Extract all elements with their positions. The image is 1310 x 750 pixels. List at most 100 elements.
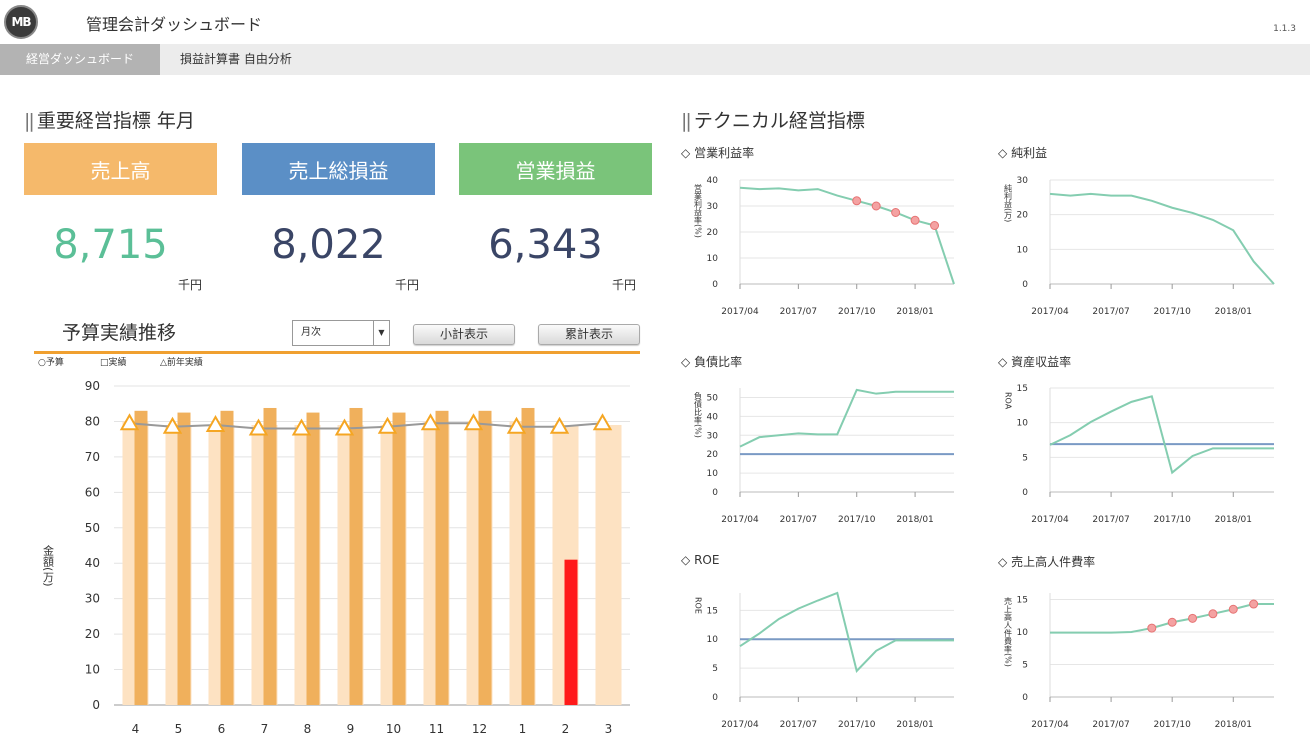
series-line — [1049, 395, 1274, 475]
y-tick-label: 0 — [712, 488, 718, 498]
debt-ratio-chart[interactable]: 0 10 20 30 40 50 2017/04 2017/07 2017/10 2018/01 負… — [690, 378, 970, 538]
x-tick-label: 7 — [261, 722, 269, 736]
app-header: MB 管理会計ダッシュボード 1.1.3 — [0, 0, 1310, 44]
budget-bar — [595, 424, 622, 705]
y-tick-label: 10 — [707, 254, 719, 264]
actual-bar — [349, 407, 363, 705]
series-point — [930, 221, 940, 230]
x-tick-label: 2017/07 — [1092, 515, 1129, 525]
series-line — [739, 591, 954, 673]
mini-title-net-profit: ◇ 純利益 — [998, 146, 1048, 160]
x-tick-label: 2017/04 — [1031, 720, 1069, 730]
series-point — [1167, 617, 1177, 627]
tab-pl-analysis[interactable]: 損益計算書 自由分析 — [168, 44, 304, 75]
x-tick-label: 2017/07 — [1092, 307, 1129, 317]
series-line — [1050, 603, 1274, 634]
y-tick-label: 20 — [707, 450, 719, 460]
diamond-icon: ◇ — [998, 555, 1008, 569]
series-point — [871, 201, 881, 211]
x-tick-label: 12 — [472, 722, 487, 736]
main-nav: 経営ダッシュボード 損益計算書 自由分析 — [0, 44, 1310, 75]
tech-section-title: || テクニカル経営指標 — [681, 110, 865, 132]
diamond-icon: ◇ — [998, 146, 1008, 160]
labor-cost-ratio-chart[interactable]: 0 5 10 15 2017/04 2017/07 2017/10 2018/01 売上高人件費… — [1000, 583, 1290, 743]
x-tick-label: 9 — [347, 722, 355, 736]
y-tick-label: 20 — [1017, 211, 1029, 221]
x-tick-label: 2017/04 — [721, 515, 759, 525]
x-tick-label: 2017/07 — [1092, 720, 1129, 730]
x-tick-label: 4 — [132, 722, 140, 736]
kpi-card-operating-profit[interactable]: 営業損益 — [459, 143, 652, 195]
actual-bar — [392, 412, 406, 705]
roe-chart[interactable]: 0 5 10 15 2017/04 2017/07 2017/10 2018/01 ROE — [690, 583, 970, 743]
y-tick-label: 40 — [707, 176, 719, 186]
x-tick-label: 3 — [605, 722, 613, 736]
y-axis-label: 負債比率(%) — [694, 391, 703, 438]
net-profit-chart[interactable]: 0 10 20 30 2017/04 2017/07 2017/10 2018/01 純利益(万… — [1000, 170, 1290, 330]
legend-actual: □実績 — [100, 358, 127, 368]
trend-divider — [34, 351, 640, 354]
actual-bar — [220, 410, 234, 705]
x-tick-label: 2017/04 — [721, 307, 759, 317]
x-tick-label: 2017/10 — [1153, 307, 1191, 317]
x-tick-label: 2017/10 — [838, 307, 876, 317]
roa-chart[interactable]: 0 5 10 15 2017/04 2017/07 2017/10 2018/01 ROA — [1000, 378, 1290, 538]
series-line — [739, 186, 955, 285]
caret-down-icon[interactable]: ▼ — [373, 321, 389, 345]
kpi-unit-sales: 千円 — [178, 278, 203, 292]
kpi-value-gross-profit: 8,022 — [271, 222, 386, 268]
diamond-icon: ◇ — [998, 355, 1008, 369]
y-tick-label: 5 — [712, 664, 718, 674]
y-tick-label: 5 — [1022, 661, 1028, 671]
kpi-unit-operating-profit: 千円 — [612, 278, 637, 292]
y-tick-label: 0 — [712, 280, 718, 290]
x-tick-label: 6 — [218, 722, 226, 736]
series-line — [739, 388, 954, 448]
app-logo[interactable]: MB — [4, 5, 38, 39]
y-axis-label: ROA — [1004, 392, 1013, 410]
series-point — [1228, 604, 1238, 614]
x-tick-label: 2017/07 — [780, 307, 817, 317]
tab-management-dashboard[interactable]: 経営ダッシュボード — [0, 44, 160, 75]
y-axis-label: 純利益(万) — [1004, 183, 1013, 222]
budget-actual-chart[interactable]: 0102030405060708090金額(万)4 5 6 7 8 9 10 11 12 1 2 3 — [34, 370, 644, 745]
subtotal-button[interactable]: 小計表示 — [413, 324, 515, 345]
x-tick-label: 2 — [562, 722, 570, 736]
actual-bar — [134, 410, 148, 705]
mini-title-operating-margin: ◇ 営業利益率 — [681, 146, 755, 160]
x-tick-label: 2018/01 — [896, 515, 933, 525]
kpi-value-sales: 8,715 — [53, 222, 168, 268]
prev-year-marker — [592, 413, 613, 431]
x-tick-label: 2017/10 — [838, 720, 876, 730]
y-axis-label: 売上高人件費率(%) — [1004, 596, 1013, 667]
x-tick-label: 2018/01 — [1215, 307, 1252, 317]
x-tick-label: 2018/01 — [896, 307, 933, 317]
operating-margin-chart[interactable]: 0 10 20 30 40 2017/04 2017/07 2017/10 2018/01 営業利… — [690, 170, 970, 330]
series-point — [852, 196, 862, 206]
y-tick-label: 0 — [1022, 693, 1028, 703]
mini-title-labor-cost: ◇ 売上高人件費率 — [998, 555, 1096, 569]
actual-bar — [177, 412, 191, 705]
y-tick-label: 0 — [1022, 488, 1028, 498]
series-point — [1188, 613, 1198, 623]
x-tick-label: 2018/01 — [896, 720, 933, 730]
kpi-unit-gross-profit: 千円 — [395, 278, 420, 292]
actual-bar — [306, 412, 320, 705]
x-tick-label: 1 — [519, 722, 527, 736]
x-tick-label: 2018/01 — [1215, 515, 1252, 525]
y-tick-label: 10 — [85, 663, 100, 677]
period-select[interactable]: 月次 ▼ — [292, 320, 390, 346]
mini-title-roa: ◇ 資産収益率 — [998, 355, 1072, 369]
y-tick-label: 40 — [707, 412, 719, 422]
cumulative-button[interactable]: 累計表示 — [538, 324, 640, 345]
y-tick-label: 30 — [1017, 176, 1029, 186]
kpi-card-sales[interactable]: 売上高 — [24, 143, 217, 195]
y-tick-label: 0 — [712, 693, 718, 703]
diamond-icon: ◇ — [681, 553, 691, 567]
kpi-card-gross-profit[interactable]: 売上総損益 — [242, 143, 435, 195]
series-point — [910, 215, 920, 225]
actual-bar — [521, 407, 535, 705]
y-axis-label: 営業利益率(%) — [694, 183, 703, 238]
y-axis-label: 金額(万) — [42, 544, 55, 587]
triangle-icon: △ — [160, 358, 167, 368]
